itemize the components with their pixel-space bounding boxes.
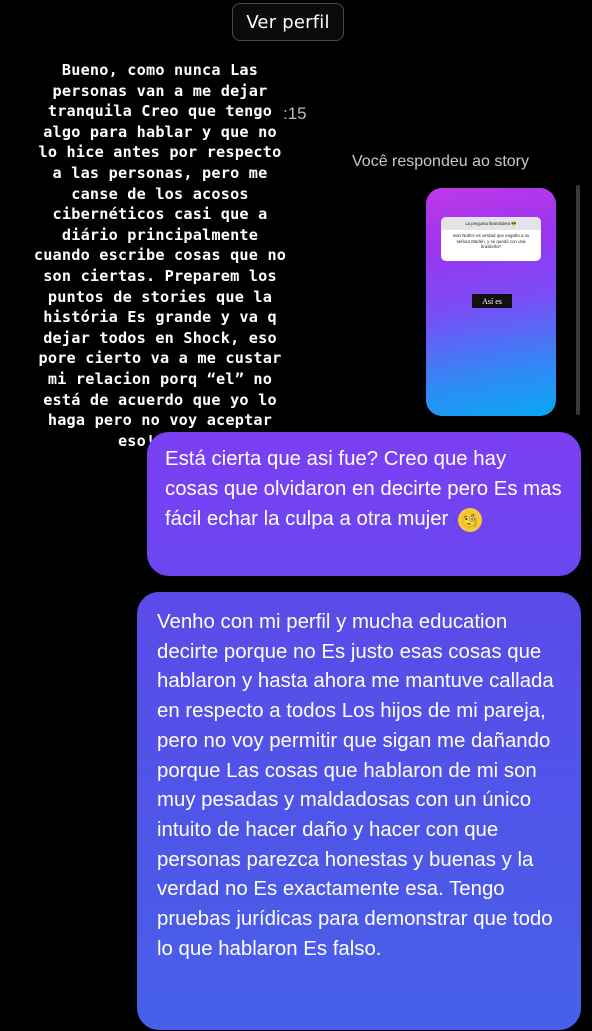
face-with-monocle-icon: 🧐: [458, 507, 483, 532]
question-sticker-header: La pregunta farandulera 😎: [441, 217, 541, 230]
story-overlay-text: Bueno, como nunca Las personas van a me …: [33, 61, 287, 450]
question-sticker: La pregunta farandulera 😎 Ivan Nuñez es …: [441, 217, 541, 261]
view-profile-button[interactable]: Ver perfil: [232, 3, 344, 41]
story-preview-thumbnail[interactable]: La pregunta farandulera 😎 Ivan Nuñez es …: [426, 188, 556, 416]
message-text: Venho con mi perfil y mucha education de…: [157, 611, 554, 960]
answer-sticker: Así es: [472, 294, 512, 308]
message-bubble[interactable]: Está cierta que asi fue? Creo que hay co…: [147, 432, 581, 576]
message-bubble[interactable]: Venho con mi perfil y mucha education de…: [137, 592, 581, 1030]
replied-to-story-label: Você respondeu ao story: [352, 153, 530, 170]
message-text: Está cierta que asi fue? Creo que hay co…: [165, 448, 562, 530]
question-sticker-text: Ivan Nuñez es verdad que engaño a su señ…: [452, 233, 530, 250]
message-timestamp: :15: [283, 104, 307, 123]
scrollbar[interactable]: [576, 185, 580, 415]
